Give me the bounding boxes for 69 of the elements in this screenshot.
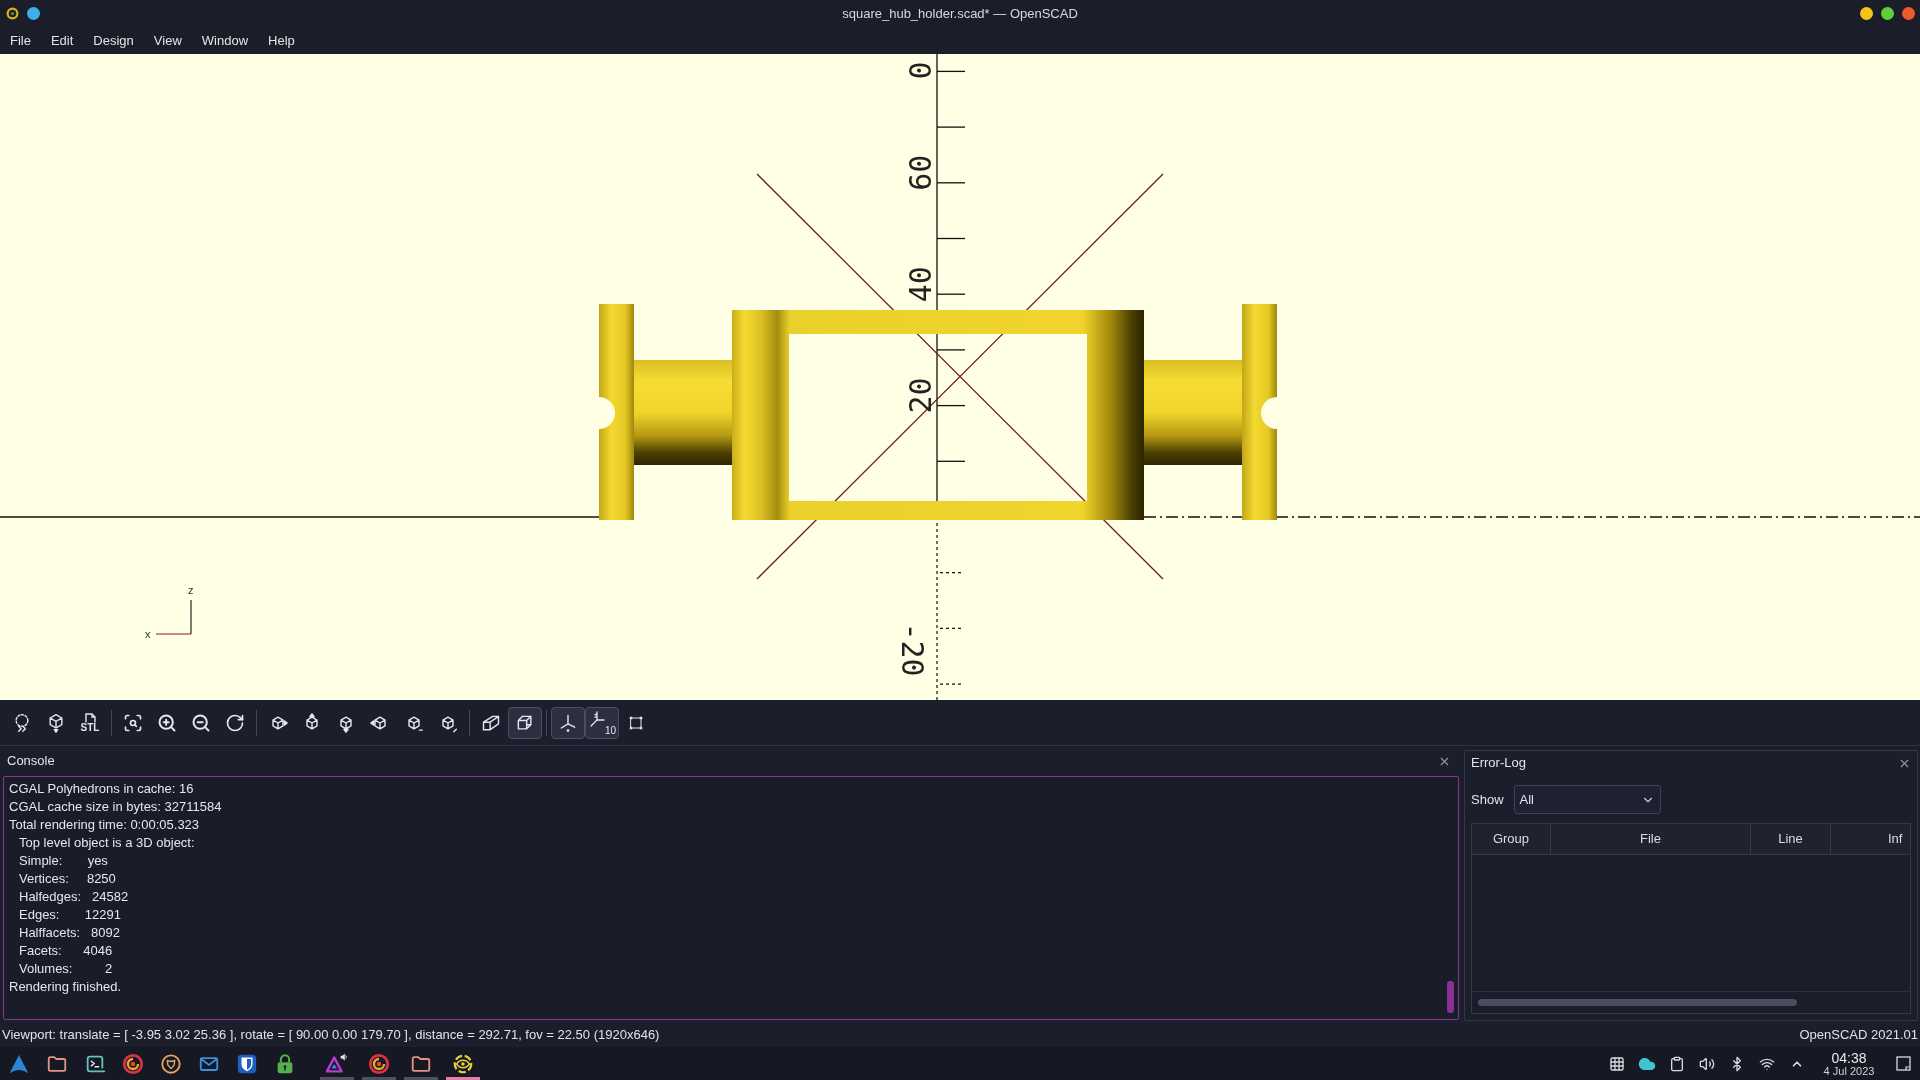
clipboard-icon <box>1669 1055 1685 1072</box>
viewport-canvas[interactable]: 0 60 40 20 -20 z x <box>0 54 1920 700</box>
console-line: Rendering finished. <box>9 978 122 996</box>
orb-icon <box>368 1052 390 1075</box>
zoom-out-icon <box>191 712 211 733</box>
axis-label: 20 <box>903 377 938 414</box>
console-line: Volumes: 2 <box>19 960 113 978</box>
triangle-icon <box>326 1052 348 1075</box>
scrollbar[interactable] <box>1478 999 1797 1006</box>
scale-markers-button[interactable]: 10 <box>585 706 619 739</box>
axes-icon <box>558 712 578 733</box>
scan-magnifier-icon <box>123 712 143 733</box>
console-line: Top level object is a 3D object: <box>19 834 195 852</box>
axis-label: 0 <box>903 61 938 80</box>
document-icon <box>82 712 98 723</box>
circular-arrow-icon <box>225 712 245 733</box>
clock-time: 04:38 <box>1831 1050 1867 1065</box>
orb-icon <box>122 1052 144 1075</box>
filter-dropdown[interactable]: All <box>1513 785 1661 814</box>
axis-label: -20 <box>895 622 930 677</box>
console-line: Total rendering time: 0:00:05.323 <box>9 816 200 834</box>
axis-letter: z <box>188 584 194 596</box>
window-icon <box>1895 1056 1911 1071</box>
console-line: Vertices: 8250 <box>19 870 116 888</box>
clock-date: 4 Jul 2023 <box>1823 1065 1875 1077</box>
orthogonal-button[interactable] <box>508 706 542 739</box>
status-text: Viewport: translate = [ -3.95 3.02 25.36 ], rotate = [ 90.00 0.00 179.70 ], distance = 292.71, fov = 22.50 (1920x646) <box>2 1026 660 1045</box>
axes-icon <box>589 710 605 727</box>
console-line: CGAL Polyhedrons in cache: 16 <box>9 780 194 798</box>
version-text: OpenSCAD 2021.01 <box>1799 1026 1918 1045</box>
column-header[interactable]: Group <box>1472 824 1551 854</box>
console-line: Halffacets: 8092 <box>19 924 120 942</box>
axes-gizmo-icon <box>155 599 192 635</box>
axis-letter: x <box>145 628 151 640</box>
window-title: square_hub_holder.scad* — OpenSCAD <box>842 4 1078 23</box>
console-line: Halfedges: 24582 <box>19 888 129 906</box>
menu-item[interactable]: Help <box>258 27 305 54</box>
filter-label: Show <box>1471 790 1504 809</box>
menu-item[interactable]: Design <box>83 27 144 54</box>
panel-title: Error-Log <box>1471 754 1526 773</box>
column-header[interactable]: Line <box>1751 824 1831 854</box>
axis-label: 40 <box>903 266 938 303</box>
speaker-icon <box>1699 1055 1715 1072</box>
column-header[interactable]: Inf <box>1831 824 1910 854</box>
console-line: Facets: 4046 <box>19 942 113 960</box>
app-logo-icon[interactable] <box>6 7 19 20</box>
menu-item[interactable]: File <box>0 27 41 54</box>
dot-icon[interactable] <box>27 7 40 20</box>
menu-item[interactable]: Edit <box>40 27 84 54</box>
console-line: CGAL cache size in bytes: 32711584 <box>9 798 222 816</box>
close-button[interactable] <box>1902 7 1915 20</box>
menu-item[interactable]: View <box>143 27 192 54</box>
export-stl-button[interactable]: STL <box>73 706 107 739</box>
menu-item[interactable]: Window <box>191 27 259 54</box>
console-line: Edges: 12291 <box>19 906 121 924</box>
axis-label: 60 <box>903 154 938 191</box>
minimize-button[interactable] <box>1860 7 1873 20</box>
scrollbar[interactable] <box>1447 981 1454 1013</box>
maximize-button[interactable] <box>1881 7 1894 20</box>
cube-icon <box>46 712 66 733</box>
column-header[interactable]: File <box>1551 824 1751 854</box>
shield-icon <box>236 1052 258 1075</box>
show-axes-button[interactable] <box>551 706 585 739</box>
zoom-in-icon <box>157 712 177 733</box>
console-line: Simple: yes <box>19 852 108 870</box>
grid-icon <box>1609 1055 1625 1072</box>
ring-icon <box>452 1052 474 1075</box>
circle-emblem-icon <box>160 1052 182 1075</box>
panel-title: Console <box>7 752 55 771</box>
